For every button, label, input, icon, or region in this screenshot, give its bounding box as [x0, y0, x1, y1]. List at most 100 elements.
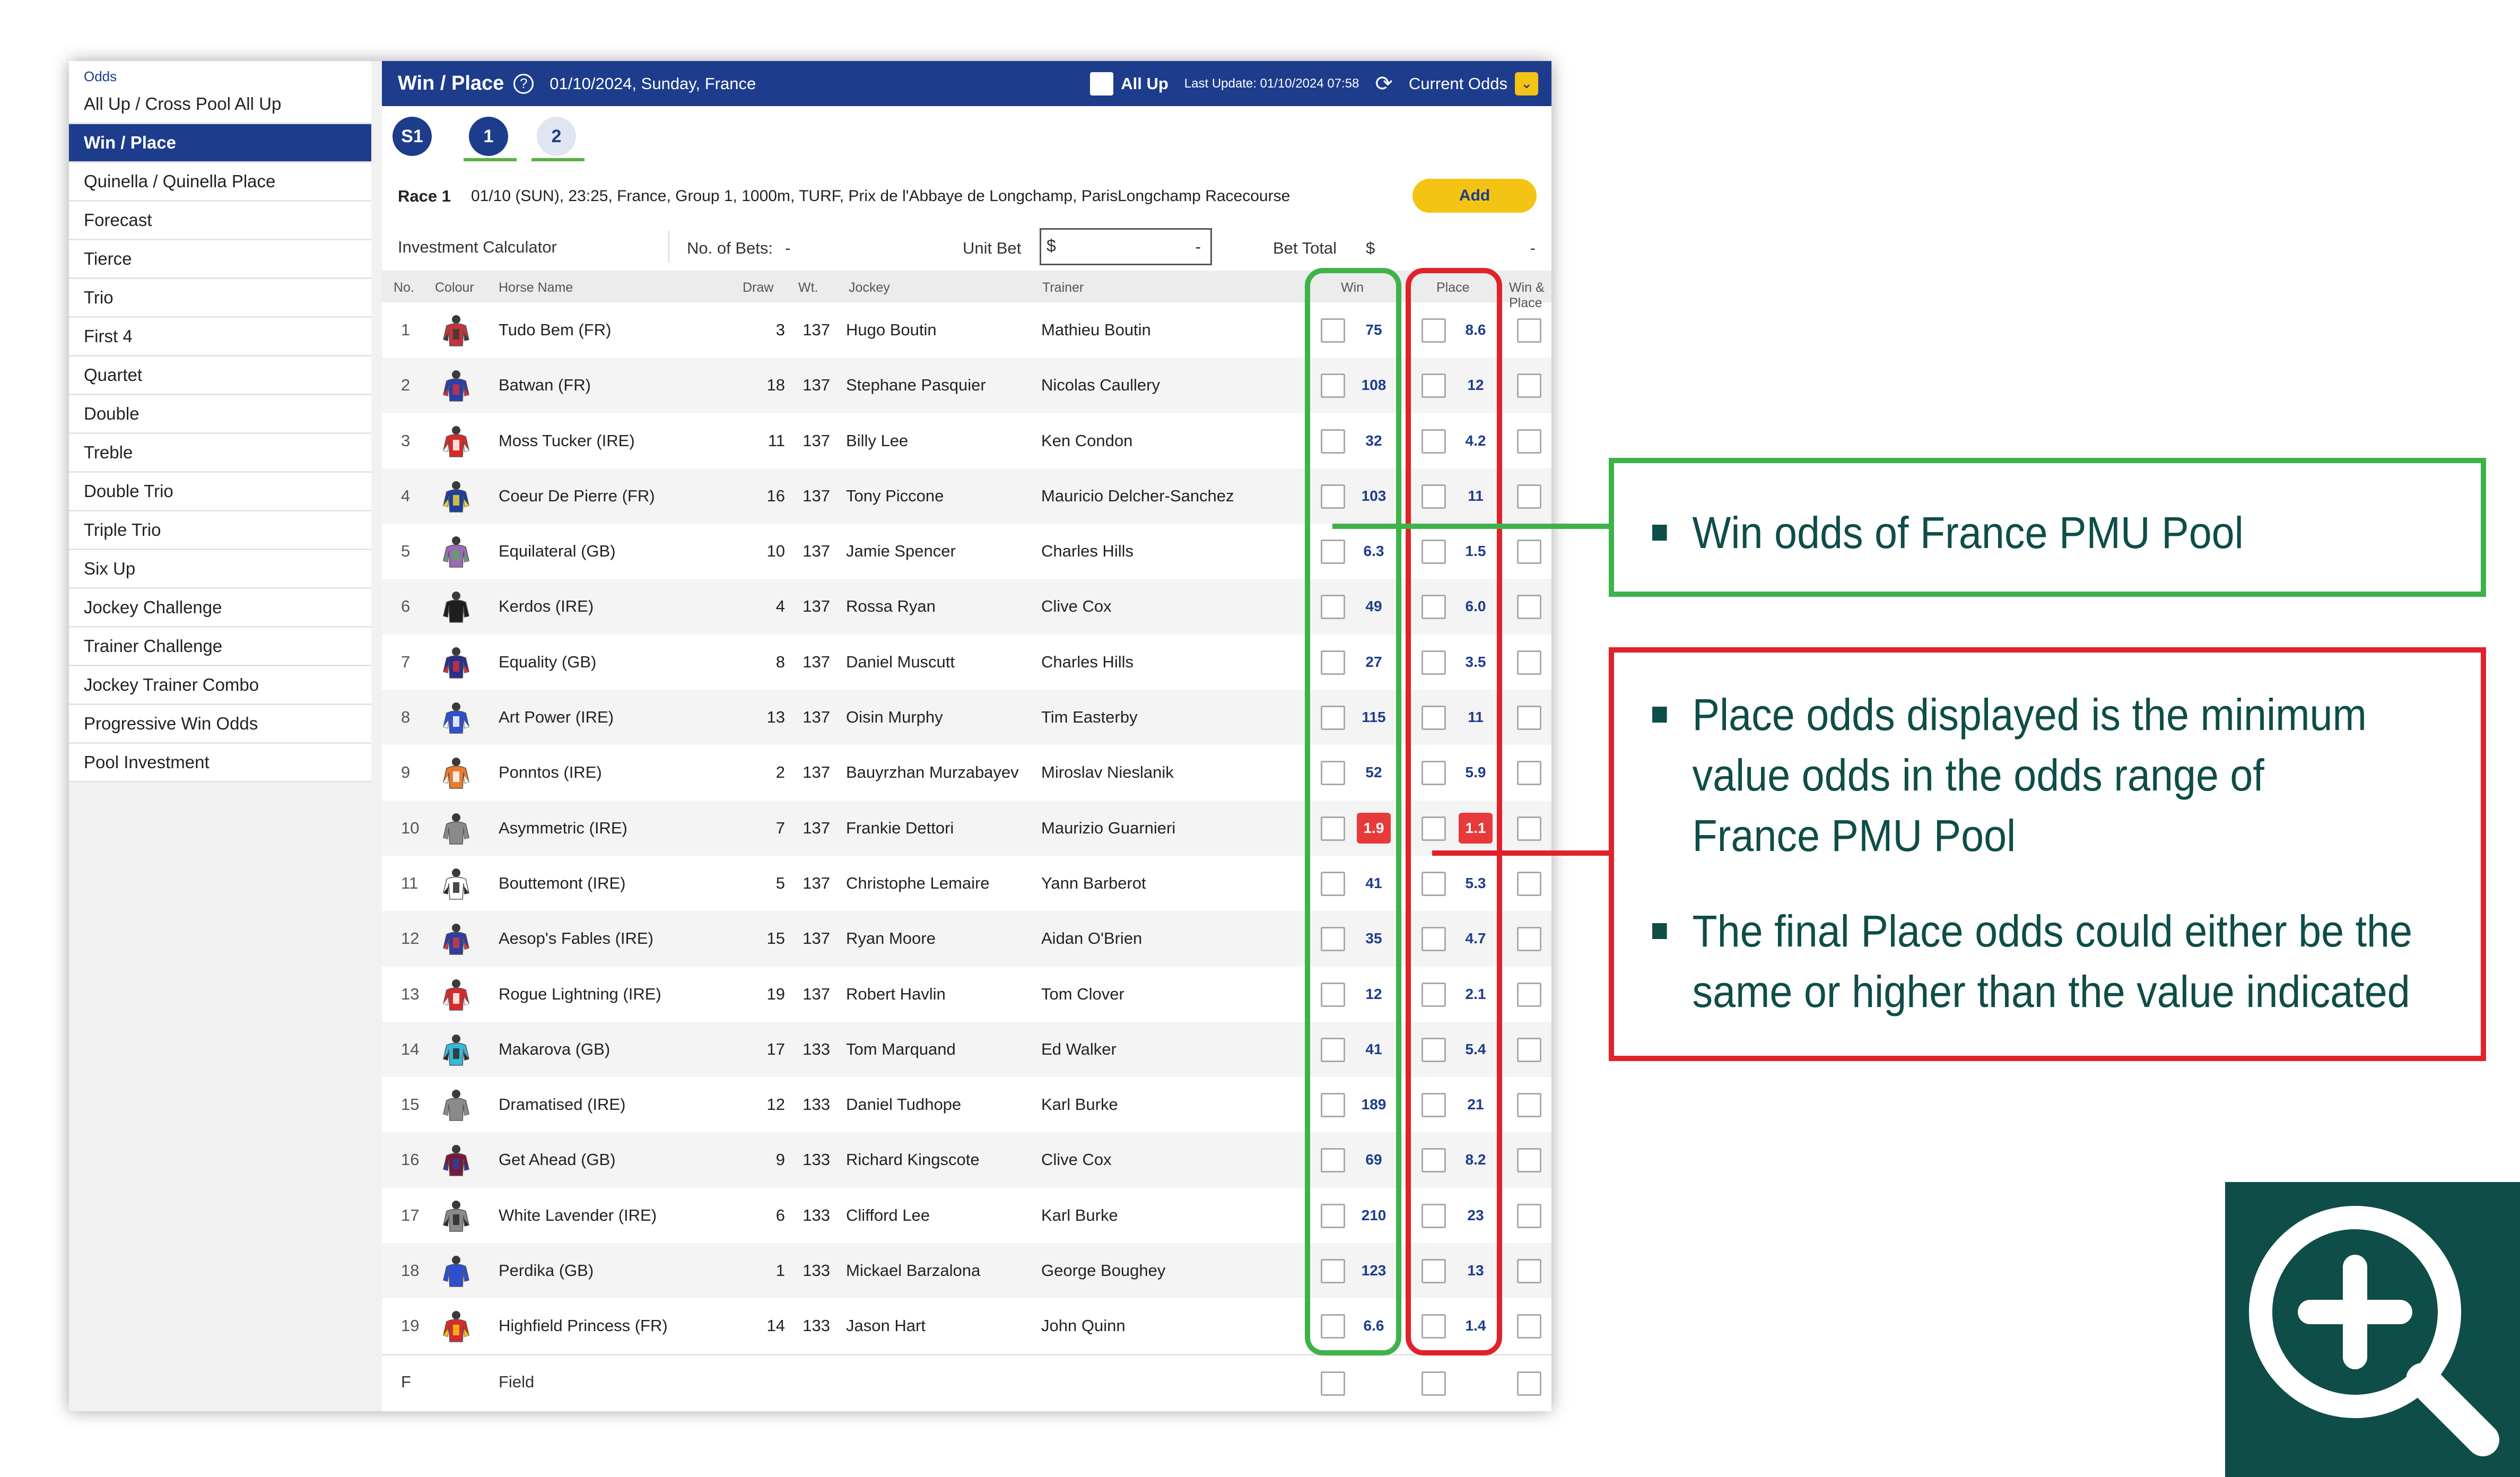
- place-checkbox[interactable]: [1422, 871, 1446, 896]
- horse-name[interactable]: Moss Tucker (IRE): [499, 431, 635, 450]
- win-odds[interactable]: 32: [1357, 425, 1391, 456]
- place-checkbox[interactable]: [1422, 927, 1446, 952]
- sidebar-item-quinella-quinella-place[interactable]: Quinella / Quinella Place: [69, 163, 371, 202]
- horse-name[interactable]: Rogue Lightning (IRE): [499, 985, 661, 1004]
- jockey-name[interactable]: Tony Piccone: [846, 486, 944, 506]
- place-odds[interactable]: 1.1: [1459, 812, 1493, 844]
- place-checkbox[interactable]: [1422, 318, 1446, 343]
- trainer-name[interactable]: Mathieu Boutin: [1041, 320, 1151, 340]
- win-odds[interactable]: 108: [1357, 370, 1391, 401]
- add-button[interactable]: Add: [1412, 179, 1537, 213]
- place-checkbox[interactable]: [1422, 1203, 1446, 1228]
- win-checkbox[interactable]: [1321, 1148, 1345, 1173]
- win-odds[interactable]: 75: [1357, 315, 1391, 345]
- trainer-name[interactable]: Clive Cox: [1041, 1150, 1112, 1169]
- win-place-checkbox[interactable]: [1517, 816, 1541, 841]
- place-odds[interactable]: 1.5: [1459, 536, 1493, 567]
- win-place-checkbox[interactable]: [1517, 484, 1541, 509]
- horse-name[interactable]: Dramatised (IRE): [499, 1095, 625, 1114]
- win-place-checkbox[interactable]: [1517, 927, 1541, 952]
- win-place-checkbox[interactable]: [1517, 982, 1541, 1007]
- win-odds[interactable]: 27: [1357, 647, 1391, 677]
- jockey-name[interactable]: Stephane Pasquier: [846, 376, 986, 395]
- win-odds[interactable]: 12: [1357, 979, 1391, 1010]
- jockey-name[interactable]: Daniel Muscutt: [846, 653, 955, 672]
- horse-name[interactable]: Art Power (IRE): [499, 708, 614, 727]
- place-odds[interactable]: 8.6: [1459, 315, 1493, 345]
- win-odds[interactable]: 210: [1357, 1200, 1391, 1231]
- place-checkbox[interactable]: [1422, 816, 1446, 841]
- trainer-name[interactable]: Nicolas Caullery: [1041, 376, 1160, 395]
- win-place-checkbox[interactable]: [1517, 1314, 1541, 1339]
- win-odds[interactable]: 49: [1357, 591, 1391, 622]
- win-place-checkbox[interactable]: [1517, 373, 1541, 398]
- place-odds[interactable]: 11: [1459, 702, 1493, 733]
- sidebar-item-trainer-challenge[interactable]: Trainer Challenge: [69, 628, 371, 666]
- sidebar-item-double[interactable]: Double: [69, 395, 371, 434]
- refresh-icon[interactable]: ⟳: [1375, 72, 1393, 96]
- place-checkbox[interactable]: [1422, 650, 1446, 675]
- horse-name[interactable]: Equilateral (GB): [499, 542, 616, 561]
- place-checkbox[interactable]: [1422, 595, 1446, 620]
- win-checkbox[interactable]: [1321, 1314, 1345, 1339]
- horse-name[interactable]: Coeur De Pierre (FR): [499, 486, 655, 506]
- trainer-name[interactable]: Yann Barberot: [1041, 874, 1146, 893]
- field-win-place-checkbox[interactable]: [1517, 1371, 1541, 1396]
- win-place-checkbox[interactable]: [1517, 1259, 1541, 1284]
- jockey-name[interactable]: Richard Kingscote: [846, 1150, 980, 1169]
- jockey-name[interactable]: Jamie Spencer: [846, 542, 956, 561]
- sidebar-item-win-place[interactable]: Win / Place: [69, 124, 371, 163]
- help-icon[interactable]: ?: [513, 73, 534, 94]
- sidebar-item-jockey-challenge[interactable]: Jockey Challenge: [69, 589, 371, 628]
- field-place-checkbox[interactable]: [1422, 1371, 1446, 1396]
- place-odds[interactable]: 6.0: [1459, 591, 1493, 622]
- place-checkbox[interactable]: [1422, 373, 1446, 398]
- horse-name[interactable]: Tudo Bem (FR): [499, 320, 611, 340]
- jockey-name[interactable]: Christophe Lemaire: [846, 874, 990, 893]
- jockey-name[interactable]: Hugo Boutin: [846, 320, 937, 340]
- win-place-checkbox[interactable]: [1517, 761, 1541, 786]
- win-odds[interactable]: 41: [1357, 1034, 1391, 1065]
- jockey-name[interactable]: Rossa Ryan: [846, 597, 936, 616]
- place-odds[interactable]: 5.3: [1459, 868, 1493, 899]
- win-checkbox[interactable]: [1321, 1093, 1345, 1118]
- trainer-name[interactable]: Ken Condon: [1041, 431, 1132, 450]
- place-checkbox[interactable]: [1422, 429, 1446, 454]
- place-odds[interactable]: 4.7: [1459, 923, 1493, 954]
- trainer-name[interactable]: Charles Hills: [1041, 653, 1133, 672]
- win-checkbox[interactable]: [1321, 373, 1345, 398]
- win-place-checkbox[interactable]: [1517, 1148, 1541, 1173]
- place-checkbox[interactable]: [1422, 982, 1446, 1007]
- field-win-checkbox[interactable]: [1321, 1371, 1345, 1396]
- jockey-name[interactable]: Frankie Dettori: [846, 819, 954, 838]
- horse-name[interactable]: Aesop's Fables (IRE): [499, 929, 653, 948]
- place-odds[interactable]: 2.1: [1459, 979, 1493, 1010]
- sidebar-item-treble[interactable]: Treble: [69, 434, 371, 473]
- jockey-name[interactable]: Clifford Lee: [846, 1206, 930, 1225]
- trainer-name[interactable]: Karl Burke: [1041, 1095, 1118, 1114]
- win-checkbox[interactable]: [1321, 540, 1345, 564]
- tab-race-2[interactable]: 2: [537, 117, 576, 156]
- win-place-checkbox[interactable]: [1517, 595, 1541, 620]
- trainer-name[interactable]: Karl Burke: [1041, 1206, 1118, 1225]
- sidebar-item-forecast[interactable]: Forecast: [69, 202, 371, 240]
- win-odds[interactable]: 1.9: [1357, 812, 1391, 844]
- zoom-in-button[interactable]: [2225, 1182, 2520, 1477]
- jockey-name[interactable]: Ryan Moore: [846, 929, 936, 948]
- win-place-checkbox[interactable]: [1517, 650, 1541, 675]
- place-odds[interactable]: 3.5: [1459, 647, 1493, 677]
- tab-race-1[interactable]: 1: [469, 117, 508, 156]
- place-checkbox[interactable]: [1422, 706, 1446, 731]
- jockey-name[interactable]: Daniel Tudhope: [846, 1095, 961, 1114]
- jockey-name[interactable]: Bauyrzhan Murzabayev: [846, 763, 1019, 782]
- win-place-checkbox[interactable]: [1517, 318, 1541, 343]
- odds-type-select[interactable]: Current Odds: [1409, 74, 1507, 93]
- win-odds[interactable]: 123: [1357, 1255, 1391, 1286]
- place-odds[interactable]: 11: [1459, 481, 1493, 511]
- jockey-name[interactable]: Jason Hart: [846, 1316, 926, 1335]
- sidebar-item-tierce[interactable]: Tierce: [69, 240, 371, 279]
- place-checkbox[interactable]: [1422, 1037, 1446, 1062]
- trainer-name[interactable]: Clive Cox: [1041, 597, 1112, 616]
- horse-name[interactable]: Batwan (FR): [499, 376, 591, 395]
- trainer-name[interactable]: John Quinn: [1041, 1316, 1126, 1335]
